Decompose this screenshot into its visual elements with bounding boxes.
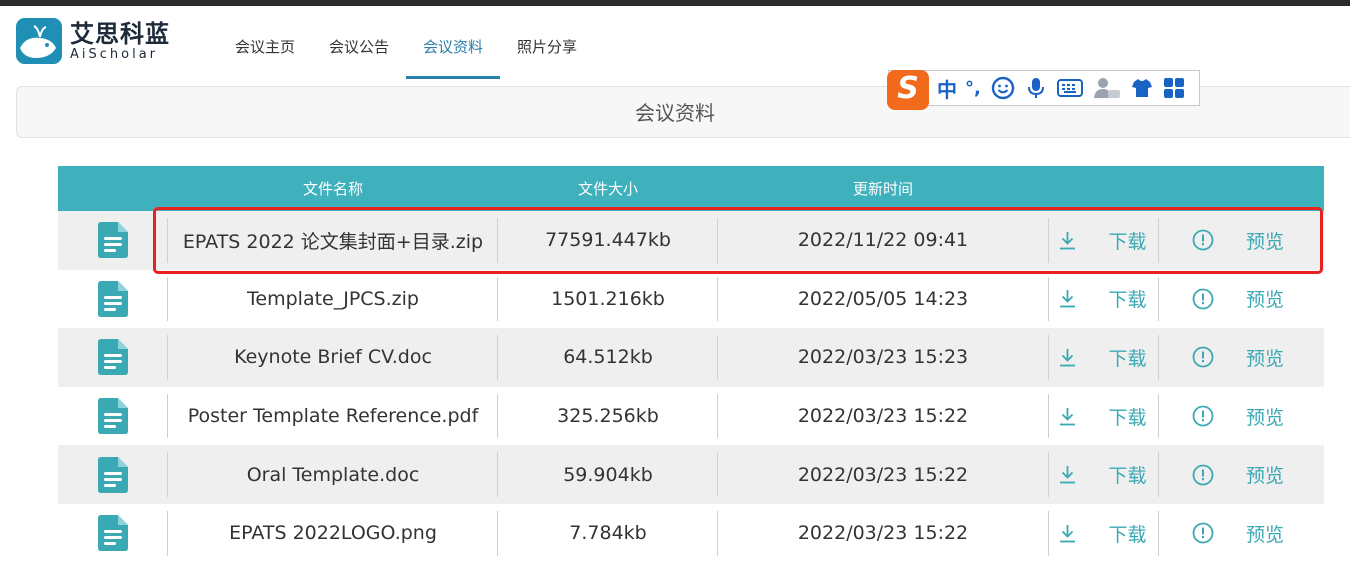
header-file-size: 文件大小 <box>577 180 638 198</box>
file-name: Poster Template Reference.pdf <box>187 405 479 428</box>
header-update-time: 更新时间 <box>852 180 913 198</box>
skin-shirt-icon[interactable] <box>1131 77 1153 99</box>
main-nav: 会议主页 会议公告 会议资料 照片分享 <box>218 12 594 79</box>
header-file-name: 文件名称 <box>302 180 363 198</box>
preview-label: 预览 <box>1245 465 1284 488</box>
preview-info-icon <box>1192 346 1230 368</box>
file-icon <box>58 504 168 563</box>
file-name: Keynote Brief CV.doc <box>234 346 432 369</box>
preview-info-icon <box>1192 522 1230 544</box>
download-button[interactable]: 下载 <box>1048 387 1158 446</box>
preview-label: 预览 <box>1245 289 1284 312</box>
table-row: Template_JPCS.zip 1501.216kb 2022/05/05 14… <box>58 270 1324 329</box>
download-label: 下载 <box>1108 523 1147 546</box>
table-row: Keynote Brief CV.doc 64.512kb 2022/03/23 1… <box>58 328 1324 387</box>
download-icon <box>1059 348 1092 367</box>
brand-name-cn: 艾思科蓝 <box>70 20 170 48</box>
download-label: 下载 <box>1108 347 1147 370</box>
update-time: 2022/05/05 14:23 <box>797 287 969 310</box>
file-size: 325.256kb <box>557 405 659 428</box>
download-label: 下载 <box>1108 465 1147 488</box>
file-name: Template_JPCS.zip <box>247 287 419 310</box>
file-icon <box>58 328 168 387</box>
user-avatar-icon[interactable] <box>1093 76 1121 100</box>
file-icon <box>58 445 168 504</box>
whale-logo-icon <box>16 18 62 64</box>
file-icon <box>58 387 168 446</box>
preview-label: 预览 <box>1245 347 1284 370</box>
preview-info-icon <box>1192 288 1230 310</box>
nav-item-materials[interactable]: 会议资料 <box>406 12 501 79</box>
brand-name-en: AiScholar <box>70 47 159 62</box>
update-time: 2022/03/23 15:22 <box>797 463 969 486</box>
download-label: 下载 <box>1108 289 1147 312</box>
download-icon <box>1059 407 1092 426</box>
brand-logo[interactable]: 艾思科蓝 AiScholar <box>16 18 170 64</box>
download-icon <box>1059 465 1092 484</box>
table-row: EPATS 2022LOGO.png 7.784kb 2022/03/23 15:2… <box>58 504 1324 563</box>
file-size: 1501.216kb <box>551 287 665 310</box>
preview-button[interactable]: 预览 <box>1158 387 1318 446</box>
ime-toolbar: S 中 °, <box>887 70 1200 110</box>
preview-label: 预览 <box>1245 406 1284 429</box>
ime-punct-toggle[interactable]: °, <box>965 78 981 99</box>
microphone-icon[interactable] <box>1025 76 1047 100</box>
nav-item-photos[interactable]: 照片分享 <box>500 12 594 79</box>
keyboard-icon[interactable] <box>1056 78 1083 98</box>
ime-mode-toggle[interactable]: 中 <box>937 74 957 103</box>
update-time: 2022/03/23 15:23 <box>797 346 969 369</box>
file-size: 64.512kb <box>563 346 653 369</box>
nav-item-announcements[interactable]: 会议公告 <box>312 12 406 79</box>
file-name: Oral Template.doc <box>246 463 420 486</box>
download-icon <box>1059 524 1092 543</box>
table-row: Oral Template.doc 59.904kb 2022/03/23 15:2… <box>58 445 1324 504</box>
file-size: 59.904kb <box>563 463 653 486</box>
file-size: 7.784kb <box>569 522 647 545</box>
table-row: Poster Template Reference.pdf 325.256kb 20… <box>58 387 1324 446</box>
emoji-icon[interactable] <box>991 76 1015 100</box>
preview-info-icon <box>1192 464 1230 486</box>
toolbox-grid-icon[interactable] <box>1163 77 1185 99</box>
file-icon <box>58 211 168 270</box>
site-header: 艾思科蓝 AiScholar 会议主页 会议公告 会议资料 照片分享 <box>0 6 1350 79</box>
file-icon <box>58 270 168 329</box>
download-button[interactable]: 下载 <box>1048 504 1158 563</box>
download-button[interactable]: 下载 <box>1048 328 1158 387</box>
update-time: 2022/03/23 15:22 <box>797 405 969 428</box>
download-button[interactable]: 下载 <box>1048 270 1158 329</box>
download-label: 下载 <box>1108 406 1147 429</box>
preview-label: 预览 <box>1245 523 1284 546</box>
update-time: 2022/03/23 15:22 <box>797 522 969 545</box>
table-header: 文件名称 文件大小 更新时间 <box>58 166 1324 211</box>
nav-item-home[interactable]: 会议主页 <box>218 12 312 79</box>
highlight-box <box>153 207 1323 274</box>
file-name: EPATS 2022LOGO.png <box>229 522 437 545</box>
sogou-logo-icon[interactable]: S <box>887 70 929 110</box>
preview-button[interactable]: 预览 <box>1158 270 1318 329</box>
preview-info-icon <box>1192 405 1230 427</box>
preview-button[interactable]: 预览 <box>1158 328 1318 387</box>
download-icon <box>1059 289 1092 308</box>
preview-button[interactable]: 预览 <box>1158 504 1318 563</box>
download-button[interactable]: 下载 <box>1048 445 1158 504</box>
preview-button[interactable]: 预览 <box>1158 445 1318 504</box>
